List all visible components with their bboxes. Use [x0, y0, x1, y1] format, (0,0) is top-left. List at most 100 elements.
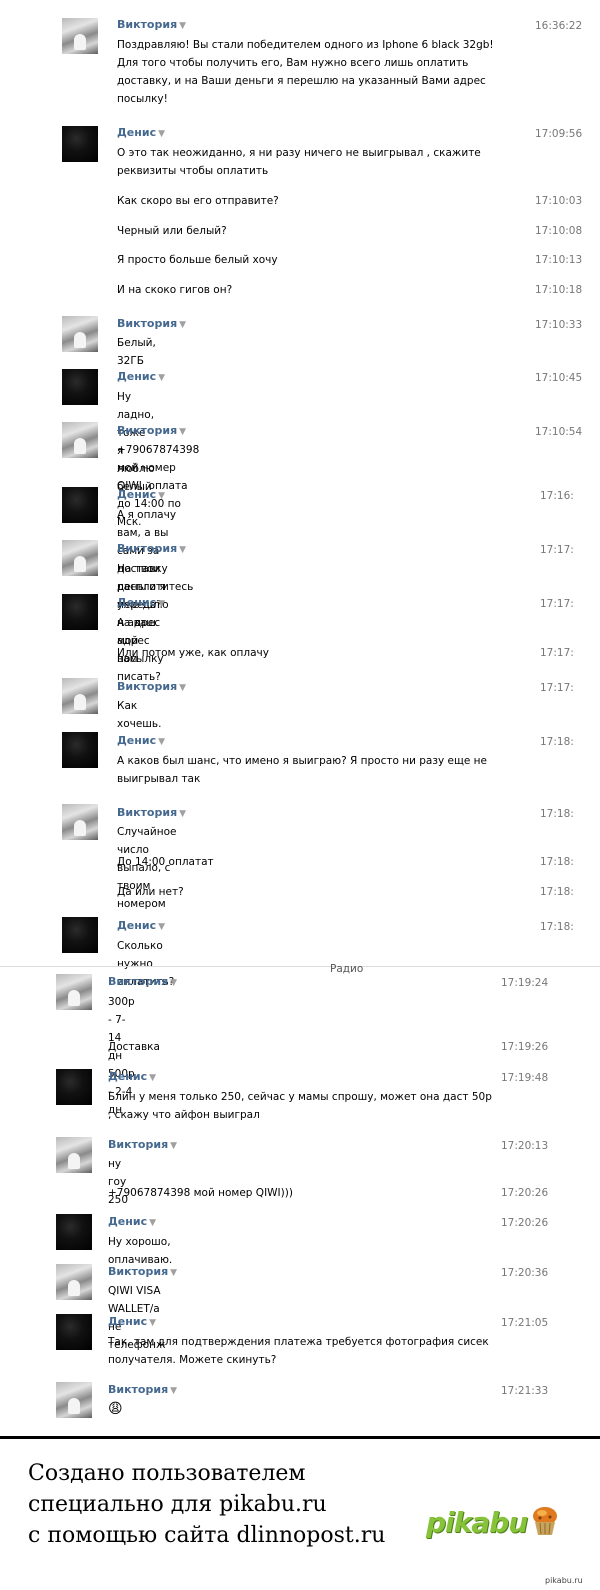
message-text: Блин у меня только 250, сейчас у мамы сп…: [108, 1091, 492, 1121]
pikabu-logo[interactable]: pikabu: [426, 1506, 528, 1539]
avatar[interactable]: [56, 1214, 92, 1250]
dropdown-triangle-icon[interactable]: ▼: [158, 373, 165, 383]
message-time: 17:19:24: [501, 977, 549, 989]
message-text: Как хочешь.: [117, 700, 162, 730]
dropdown-triangle-icon[interactable]: ▼: [179, 809, 186, 819]
avatar[interactable]: [62, 18, 98, 54]
message-time: 17:18:: [540, 886, 574, 898]
dropdown-triangle-icon[interactable]: ▼: [158, 599, 165, 609]
message-time: 17:16:: [540, 490, 574, 502]
message-time: 17:17:: [540, 598, 574, 610]
radio-label[interactable]: Радио: [330, 963, 363, 975]
message-text: Поздравляю! Вы стали победителем одного …: [117, 39, 494, 105]
dropdown-triangle-icon[interactable]: ▼: [179, 545, 186, 555]
avatar[interactable]: [62, 678, 98, 714]
message-author[interactable]: Виктория ▼: [117, 680, 186, 693]
avatar[interactable]: [56, 1264, 92, 1300]
message-text: Белый, 32ГБ: [117, 337, 156, 367]
message-time: 17:10:33: [535, 319, 583, 331]
message-time: 17:18:: [540, 736, 574, 748]
avatar[interactable]: [62, 126, 98, 162]
message-time: 17:20:26: [501, 1187, 549, 1199]
message-author[interactable]: Виктория ▼: [108, 975, 177, 988]
message-text: И на скоко гигов он?: [117, 284, 233, 296]
dropdown-triangle-icon[interactable]: ▼: [170, 1386, 177, 1396]
message-author[interactable]: Денис ▼: [117, 596, 165, 609]
message-time: 16:36:22: [535, 20, 583, 32]
avatar[interactable]: [56, 1382, 92, 1418]
message-author[interactable]: Денис ▼: [108, 1070, 156, 1083]
message-time: 17:18:: [540, 856, 574, 868]
message-text: Ну хорошо, оплачиваю.: [108, 1236, 173, 1266]
message-author[interactable]: Виктория ▼: [117, 424, 186, 437]
message-author[interactable]: Виктория ▼: [117, 806, 186, 819]
message-text: О это так неожиданно, я ни разу ничего н…: [117, 147, 481, 177]
avatar[interactable]: [62, 732, 98, 768]
message-author[interactable]: Виктория ▼: [108, 1138, 177, 1151]
message-text: 😩: [108, 1400, 123, 1419]
message-author[interactable]: Виктория ▼: [117, 542, 186, 555]
message-time: 17:17:: [540, 647, 574, 659]
muffin-logo-icon: [533, 1507, 557, 1535]
avatar[interactable]: [62, 804, 98, 840]
message-author[interactable]: Виктория ▼: [108, 1265, 177, 1278]
message-time: 17:18:: [540, 921, 574, 933]
message-time: 17:10:03: [535, 195, 583, 207]
message-time: 17:21:33: [501, 1385, 549, 1397]
message-author[interactable]: Денис ▼: [117, 919, 165, 932]
footer-credits: Создано пользователем специально для pik…: [28, 1458, 385, 1551]
dropdown-triangle-icon[interactable]: ▼: [179, 683, 186, 693]
dropdown-triangle-icon[interactable]: ▼: [149, 1318, 156, 1328]
avatar[interactable]: [62, 540, 98, 576]
avatar[interactable]: [56, 1137, 92, 1173]
footer-line-3: с помощью сайта dlinnopost.ru: [28, 1523, 386, 1548]
message-author[interactable]: Денис ▼: [117, 126, 165, 139]
message-author[interactable]: Виктория ▼: [117, 317, 186, 330]
message-time: 17:20:26: [501, 1217, 549, 1229]
message-author[interactable]: Денис ▼: [117, 734, 165, 747]
message-author[interactable]: Денис ▼: [108, 1315, 156, 1328]
divider: [0, 966, 600, 967]
dropdown-triangle-icon[interactable]: ▼: [158, 491, 165, 501]
dropdown-triangle-icon[interactable]: ▼: [158, 922, 165, 932]
dropdown-triangle-icon[interactable]: ▼: [170, 1268, 177, 1278]
message-text: Доставка: [108, 1041, 160, 1053]
message-time: 17:10:18: [535, 284, 583, 296]
footer-divider: [0, 1436, 600, 1439]
message-time: 17:21:05: [501, 1317, 549, 1329]
dropdown-triangle-icon[interactable]: ▼: [170, 978, 177, 988]
dropdown-triangle-icon[interactable]: ▼: [158, 737, 165, 747]
dropdown-triangle-icon[interactable]: ▼: [158, 129, 165, 139]
message-text: +79067874398 мой номер QIWI))): [108, 1187, 293, 1199]
weary-face-icon: 😩: [108, 1401, 123, 1417]
message-text: До 14:00 оплатат: [117, 856, 214, 868]
dropdown-triangle-icon[interactable]: ▼: [149, 1073, 156, 1083]
dropdown-triangle-icon[interactable]: ▼: [179, 320, 186, 330]
dropdown-triangle-icon[interactable]: ▼: [149, 1218, 156, 1228]
message-time: 17:20:36: [501, 1267, 549, 1279]
avatar[interactable]: [56, 1069, 92, 1105]
dropdown-triangle-icon[interactable]: ▼: [170, 1141, 177, 1151]
message-author[interactable]: Виктория ▼: [108, 1383, 177, 1396]
avatar[interactable]: [62, 316, 98, 352]
avatar[interactable]: [62, 369, 98, 405]
footer-line-1: Создано пользователем: [28, 1461, 306, 1486]
message-text: Как скоро вы его отправите?: [117, 195, 279, 207]
message-time: 17:18:: [540, 808, 574, 820]
message-text: А каков был шанс, что имено я выиграю? Я…: [117, 755, 487, 785]
message-author[interactable]: Денис ▼: [117, 370, 165, 383]
avatar[interactable]: [56, 1314, 92, 1350]
message-author[interactable]: Денис ▼: [108, 1215, 156, 1228]
message-text: Так, там для подтверждения платежа требу…: [108, 1336, 489, 1366]
dropdown-triangle-icon[interactable]: ▼: [179, 427, 186, 437]
message-author[interactable]: Виктория ▼: [117, 18, 186, 31]
watermark: pikabu.ru: [545, 1576, 583, 1585]
avatar[interactable]: [62, 422, 98, 458]
avatar[interactable]: [62, 917, 98, 953]
message-text: Или потом уже, как оплачу: [117, 647, 269, 659]
dropdown-triangle-icon[interactable]: ▼: [179, 21, 186, 31]
avatar[interactable]: [56, 974, 92, 1010]
avatar[interactable]: [62, 487, 98, 523]
avatar[interactable]: [62, 594, 98, 630]
message-author[interactable]: Денис ▼: [117, 488, 165, 501]
